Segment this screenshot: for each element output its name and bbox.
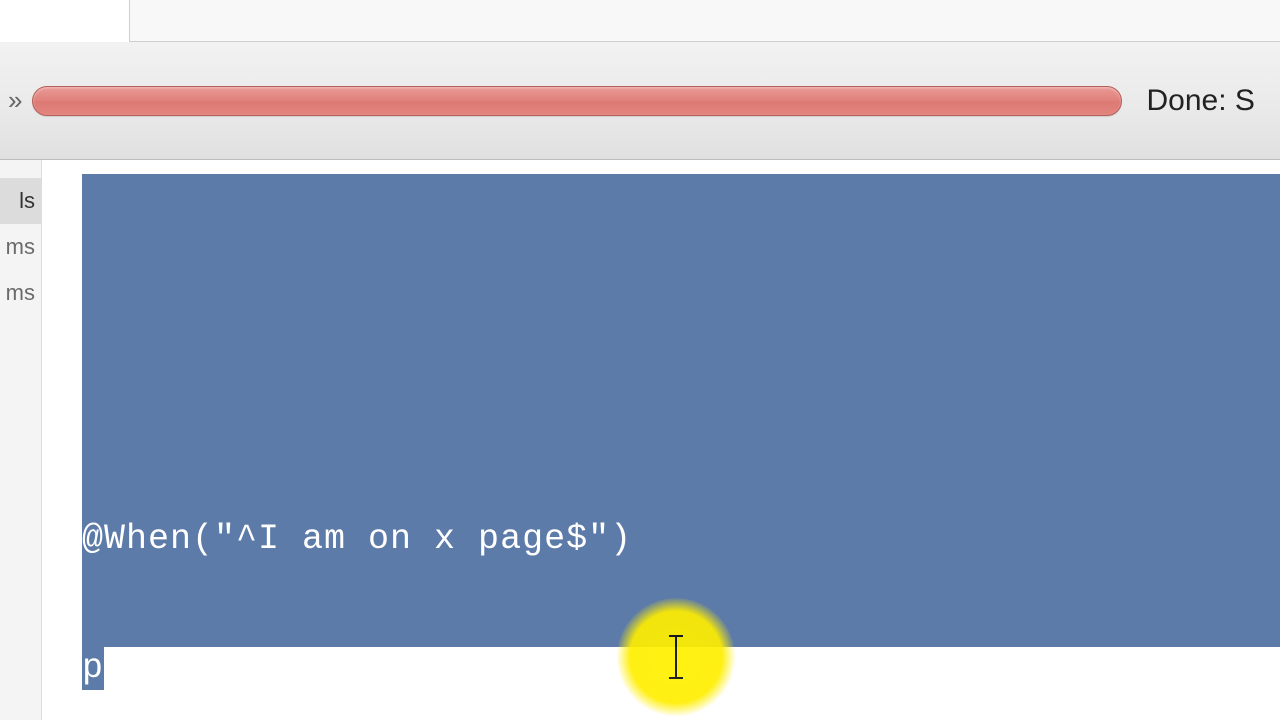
- sidebar-item[interactable]: ms: [0, 224, 41, 270]
- test-result-sidebar: ls ms ms: [0, 160, 42, 720]
- sidebar-item[interactable]: ls: [0, 178, 41, 224]
- top-toolbar: [0, 0, 1280, 42]
- progress-bar[interactable]: [32, 86, 1122, 116]
- main-area: ls ms ms @When("^I am on x page$") publi…: [0, 160, 1280, 720]
- code-editor[interactable]: @When("^I am on x page$") public void i_…: [42, 160, 1280, 720]
- status-bar: » Done: S: [0, 42, 1280, 160]
- sidebar-item[interactable]: ms: [0, 270, 41, 316]
- code-line: public void i_am_on_x_page() throws Thro…: [82, 647, 1280, 690]
- code-line: [82, 389, 1280, 432]
- tab-stub[interactable]: [0, 0, 130, 42]
- editor-gutter: [42, 160, 82, 720]
- status-done-label: Done: S: [1146, 84, 1254, 118]
- code-content[interactable]: @When("^I am on x page$") public void i_…: [82, 174, 1280, 720]
- chevron-right-icon[interactable]: »: [4, 85, 32, 116]
- code-line: @When("^I am on x page$"): [82, 518, 1280, 561]
